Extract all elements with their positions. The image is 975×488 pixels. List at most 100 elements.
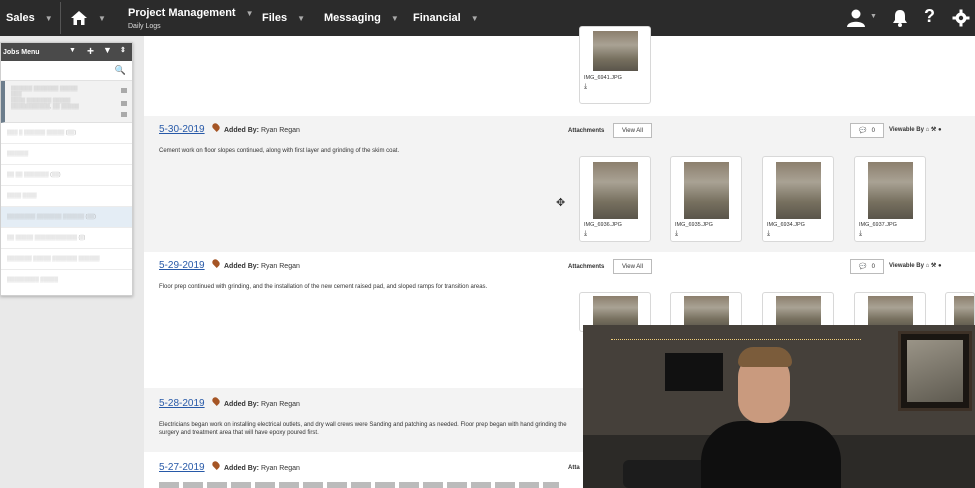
log-date-link[interactable]: 5-30-2019 — [159, 124, 205, 135]
filter-icon[interactable]: ▼ — [103, 45, 112, 55]
attachment-filename: IMG_6941.JPG — [584, 75, 622, 81]
log-date-link[interactable]: 5-29-2019 — [159, 260, 205, 271]
location-pin-icon[interactable] — [211, 460, 221, 470]
job-list-item[interactable]: ▒▒ ▒▒ ▒▒▒▒▒▒▒ (▒▒) — [1, 165, 132, 186]
chevron-down-icon[interactable]: ▼ — [69, 47, 76, 54]
log-entry-previous: IMG_6941.JPG ⤓ — [144, 26, 975, 116]
user-icon: ● — [937, 263, 942, 269]
home-icon — [71, 11, 87, 25]
chevron-down-icon: ▼ — [870, 13, 877, 20]
nav-files-label: Files — [262, 12, 288, 24]
download-icon[interactable]: ⤓ — [584, 230, 587, 238]
jobs-search-input[interactable]: 🔍 — [1, 61, 132, 81]
nav-divider — [60, 2, 61, 34]
chevron-down-icon: ▼ — [245, 8, 254, 18]
nav-messaging-label: Messaging — [324, 12, 381, 24]
gear-icon — [952, 9, 970, 27]
added-by-label: Added By: — [224, 127, 259, 134]
comments-button[interactable]: 💬 0 — [850, 259, 884, 274]
comments-button[interactable]: 💬 0 — [850, 123, 884, 138]
selected-job-card[interactable]: ▒▒▒▒▒▒ ▒▒▒▒▒▒▒ ▒▒▒▒▒ ▒▒▒ ▒▒▒▒ ▒▒▒▒▒▒▒ ▒▒▒▒… — [1, 81, 132, 123]
viewable-by-label: Viewable By — [889, 263, 924, 269]
webcam-picture-frame — [898, 331, 972, 411]
download-icon[interactable]: ⤓ — [767, 230, 770, 238]
add-icon[interactable]: + — [87, 44, 94, 58]
added-by: Added By: Ryan Regan — [224, 127, 300, 134]
user-icon: ● — [937, 127, 942, 133]
job-action-icon[interactable] — [121, 101, 127, 106]
download-icon[interactable]: ⤓ — [584, 83, 587, 91]
presenter-body — [701, 421, 841, 488]
webcam-artwork — [907, 340, 963, 402]
attachment-thumbnail[interactable]: IMG_6937.JPG ⤓ — [854, 156, 926, 242]
nav-sales-label: Sales — [6, 12, 35, 24]
nav-messaging[interactable]: Messaging ▼ — [324, 0, 399, 36]
log-description: Electricians began work on installing el… — [159, 422, 567, 436]
jobs-menu-header: Jobs Menu ▼ + ▼ ⇕ — [1, 43, 132, 61]
nav-sales[interactable]: Sales ▼ — [6, 0, 53, 36]
settings-button[interactable] — [952, 9, 970, 32]
help-icon[interactable]: ? — [924, 6, 935, 27]
home-icon: ⌂ — [925, 127, 930, 133]
job-list-item[interactable]: ▒▒ ▒▒▒▒▒ ▒▒▒▒▒▒▒▒▒▒▒▒ (▒) — [1, 228, 132, 249]
chevron-down-icon: ▼ — [297, 13, 305, 23]
view-all-button[interactable]: View All — [613, 123, 652, 138]
added-by-name: Ryan Regan — [260, 401, 300, 408]
added-by-name: Ryan Regan — [260, 263, 300, 270]
webcam-couch — [623, 460, 713, 488]
top-navigation: Sales ▼ ▼ Project Management ▼ Daily Logs … — [0, 0, 975, 36]
job-list-item[interactable]: ▒▒▒ ▒ ▒▒▒▒▒▒ ▒▒▒▒▒ (▒▒) — [1, 123, 132, 144]
added-by-name: Ryan Regan — [260, 127, 300, 134]
comment-icon: 💬 — [859, 128, 867, 134]
nav-project-management-label: Project Management — [128, 7, 236, 19]
location-pin-icon[interactable] — [211, 258, 221, 268]
photo-thumbnail — [593, 162, 638, 219]
log-date-link[interactable]: 5-27-2019 — [159, 462, 205, 473]
attachment-thumbnail[interactable]: IMG_6934.JPG ⤓ — [762, 156, 834, 242]
added-by-label: Added By: — [224, 263, 259, 270]
job-list-item[interactable]: ▒▒▒▒ ▒▒▒▒ — [1, 186, 132, 207]
attachment-thumbnail[interactable]: IMG_6936.JPG ⤓ — [579, 156, 651, 242]
log-entry: 5-30-2019 Added By: Ryan Regan Cement wo… — [144, 116, 975, 252]
notifications-button[interactable] — [892, 9, 908, 32]
webcam-tv — [665, 353, 723, 391]
nav-home[interactable]: ▼ — [70, 0, 106, 36]
hammer-icon: ⚒ — [930, 127, 937, 133]
attachments-label: Atta — [568, 465, 580, 471]
job-action-icon[interactable] — [121, 112, 127, 117]
job-list-item[interactable]: ▒▒▒▒▒▒▒ ▒▒▒▒▒ ▒▒▒▒▒▒▒ ▒▒▒▒▒▒ — [1, 249, 132, 270]
attachments-label: Attachments — [568, 128, 605, 134]
bell-icon — [893, 10, 907, 27]
added-by-name: Ryan Regan — [260, 465, 300, 472]
job-list-item[interactable]: ▒▒▒▒▒▒ — [1, 144, 132, 165]
added-by: Added By: Ryan Regan — [224, 263, 300, 270]
download-icon[interactable]: ⤓ — [675, 230, 678, 238]
log-date-link[interactable]: 5-28-2019 — [159, 398, 205, 409]
added-by-label: Added By: — [224, 465, 259, 472]
photo-thumbnail — [684, 162, 729, 219]
job-list-item-selected[interactable]: ▒▒▒▒▒▒▒▒ ▒▒▒▒▒▒▒ ▒▒▒▒▒▒ (▒▒) — [1, 207, 132, 228]
home-icon: ⌂ — [925, 263, 930, 269]
search-icon: 🔍 — [114, 65, 126, 75]
comment-count: 0 — [871, 263, 875, 270]
added-by: Added By: Ryan Regan — [224, 401, 300, 408]
job-action-icon[interactable] — [121, 88, 127, 93]
sort-icon[interactable]: ⇕ — [120, 46, 126, 54]
photo-thumbnail — [868, 162, 913, 219]
attachment-thumbnail[interactable]: IMG_6941.JPG ⤓ — [579, 26, 651, 104]
user-menu[interactable] — [846, 9, 866, 32]
webcam-overlay — [583, 325, 975, 488]
nav-files[interactable]: Files ▼ — [262, 0, 305, 36]
download-icon[interactable]: ⤓ — [859, 230, 862, 238]
added-by: Added By: Ryan Regan — [224, 465, 300, 472]
location-pin-icon[interactable] — [211, 396, 221, 406]
chevron-down-icon: ▼ — [470, 13, 479, 23]
attachment-thumbnail[interactable]: IMG_6935.JPG ⤓ — [670, 156, 742, 242]
job-list-item[interactable]: ▒▒▒▒▒▒▒▒▒ ▒▒▒▒▒ — [1, 270, 132, 291]
location-pin-icon[interactable] — [211, 122, 221, 132]
user-icon — [847, 9, 865, 27]
viewable-by: Viewable By ⌂ ⚒ ● — [889, 262, 942, 269]
view-all-button[interactable]: View All — [613, 259, 652, 274]
nav-financial[interactable]: Financial ▼ — [413, 0, 479, 36]
attachments-label: Attachments — [568, 264, 605, 270]
